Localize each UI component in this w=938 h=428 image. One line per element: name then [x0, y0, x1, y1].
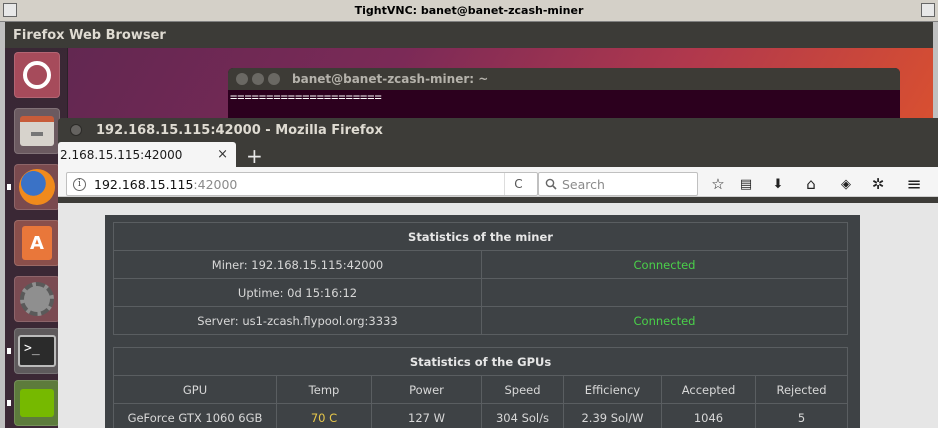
bookmark-star-icon[interactable]: ☆ — [708, 174, 728, 194]
miner-stats-table: Statistics of the miner Miner: 192.168.1… — [113, 222, 848, 335]
gpu-stats-title: Statistics of the GPUs — [113, 347, 848, 376]
firefox-window-title: 192.168.15.115:42000 - Mozilla Firefox — [96, 122, 383, 138]
reading-list-icon[interactable]: ▤ — [736, 174, 756, 194]
column-header-rejected: Rejected — [755, 375, 848, 404]
terminal-icon[interactable]: >_ — [14, 328, 60, 374]
table-row: Server: us1-zcash.flypool.org:3333 Conne… — [113, 306, 848, 335]
ubuntu-logo-icon — [23, 61, 51, 89]
gpu-name-cell: GeForce GTX 1060 6GB — [113, 403, 277, 428]
site-info-icon[interactable]: i — [73, 177, 86, 191]
firefox-window[interactable]: 192.168.15.115:42000 - Mozilla Firefox 2… — [58, 118, 938, 428]
new-tab-button[interactable]: + — [246, 145, 263, 167]
server-cell: Server: us1-zcash.flypool.org:3333 — [113, 306, 482, 335]
gpu-speed-cell: 304 Sol/s — [481, 403, 564, 428]
panel-app-title: Firefox Web Browser — [13, 27, 166, 43]
column-header-accepted: Accepted — [661, 375, 756, 404]
ubuntu-dash-icon[interactable] — [14, 52, 60, 98]
hamburger-menu-icon[interactable]: ≡ — [904, 174, 924, 195]
terminal-prompt-icon: >_ — [18, 335, 56, 367]
uptime-cell: Uptime: 0d 15:16:12 — [113, 278, 482, 307]
gpu-accepted-cell: 1046 — [661, 403, 756, 428]
gpu-power-cell: 127 W — [371, 403, 482, 428]
column-header-gpu: GPU — [113, 375, 277, 404]
miner-status-cell: Connected — [481, 250, 848, 279]
miner-stats-title: Statistics of the miner — [113, 222, 848, 251]
search-placeholder: Search — [562, 176, 605, 192]
url-bar[interactable]: i 192.168.15.115:42000 — [66, 172, 538, 196]
terminal-maximize-icon[interactable] — [268, 73, 280, 85]
table-row: Miner: 192.168.15.115:42000 Connected — [113, 250, 848, 279]
firefox-titlebar[interactable]: 192.168.15.115:42000 - Mozilla Firefox — [58, 118, 938, 142]
file-cabinet-icon — [20, 116, 54, 146]
url-host: 192.168.15.115 — [94, 176, 194, 192]
firefox-icon[interactable] — [14, 164, 60, 210]
gpu-header-row: GPU Temp Power Speed Efficiency Accepted… — [113, 375, 848, 404]
column-header-speed: Speed — [481, 375, 564, 404]
gpu-rejected-cell: 5 — [755, 403, 848, 428]
home-icon[interactable]: ⌂ — [801, 174, 821, 194]
vnc-titlebar: TightVNC: banet@banet-zcash-miner — [0, 0, 938, 22]
gpu-stats-table: Statistics of the GPUs GPU Temp Power Sp… — [113, 347, 848, 428]
gpu-efficiency-cell: 2.39 Sol/W — [563, 403, 662, 428]
vnc-window-title: TightVNC: banet@banet-zcash-miner — [354, 4, 584, 17]
shopping-bag-icon: A — [22, 226, 52, 260]
tab-close-icon[interactable]: × — [217, 147, 228, 162]
table-row: GeForce GTX 1060 6GB 70 C 127 W 304 Sol/… — [113, 403, 848, 428]
page-content: Statistics of the miner Miner: 192.168.1… — [58, 203, 938, 428]
gpu-temp-cell: 70 C — [276, 403, 372, 428]
column-header-temp: Temp — [276, 375, 372, 404]
terminal-output-line: ===================== — [230, 90, 382, 104]
download-icon[interactable]: ⬇ — [768, 174, 788, 194]
tab-miner-status[interactable]: 2.168.15.115:42000 × — [58, 142, 236, 167]
nvidia-settings-icon[interactable] — [14, 380, 60, 426]
tab-label: 2.168.15.115:42000 — [60, 147, 183, 162]
ubuntu-top-panel: Firefox Web Browser — [5, 22, 933, 48]
tab-bar: 2.168.15.115:42000 × + — [58, 142, 938, 167]
column-header-efficiency: Efficiency — [563, 375, 662, 404]
terminal-minimize-icon[interactable] — [252, 73, 264, 85]
pocket-icon[interactable]: ◈ — [836, 174, 856, 194]
vnc-system-menu-button[interactable] — [3, 3, 17, 17]
software-center-icon[interactable]: A — [14, 220, 60, 266]
uptime-status-cell — [481, 278, 848, 307]
column-header-power: Power — [371, 375, 482, 404]
running-indicator-icon — [7, 348, 11, 354]
nvidia-eye-icon — [20, 389, 54, 417]
running-indicator-icon — [7, 184, 11, 190]
firefox-logo-icon — [19, 169, 55, 205]
window-close-icon[interactable] — [70, 124, 82, 136]
server-status-cell: Connected — [481, 306, 848, 335]
reload-icon[interactable]: C — [504, 173, 532, 195]
files-icon[interactable] — [14, 108, 60, 154]
terminal-close-icon[interactable] — [236, 73, 248, 85]
search-icon — [545, 178, 557, 190]
extension-icon[interactable]: ✲ — [868, 174, 888, 194]
stats-panel: Statistics of the miner Miner: 192.168.1… — [105, 215, 860, 428]
gear-wrench-icon — [20, 282, 54, 316]
system-settings-icon[interactable] — [14, 276, 60, 322]
miner-address-cell: Miner: 192.168.15.115:42000 — [113, 250, 482, 279]
search-input[interactable]: Search — [538, 172, 698, 196]
running-indicator-icon — [7, 400, 11, 406]
url-port: :42000 — [193, 176, 238, 192]
vnc-maximize-button[interactable] — [921, 3, 935, 17]
terminal-title: banet@banet-zcash-miner: ~ — [292, 72, 489, 86]
table-row: Uptime: 0d 15:16:12 — [113, 278, 848, 307]
terminal-titlebar[interactable]: banet@banet-zcash-miner: ~ — [228, 68, 900, 90]
